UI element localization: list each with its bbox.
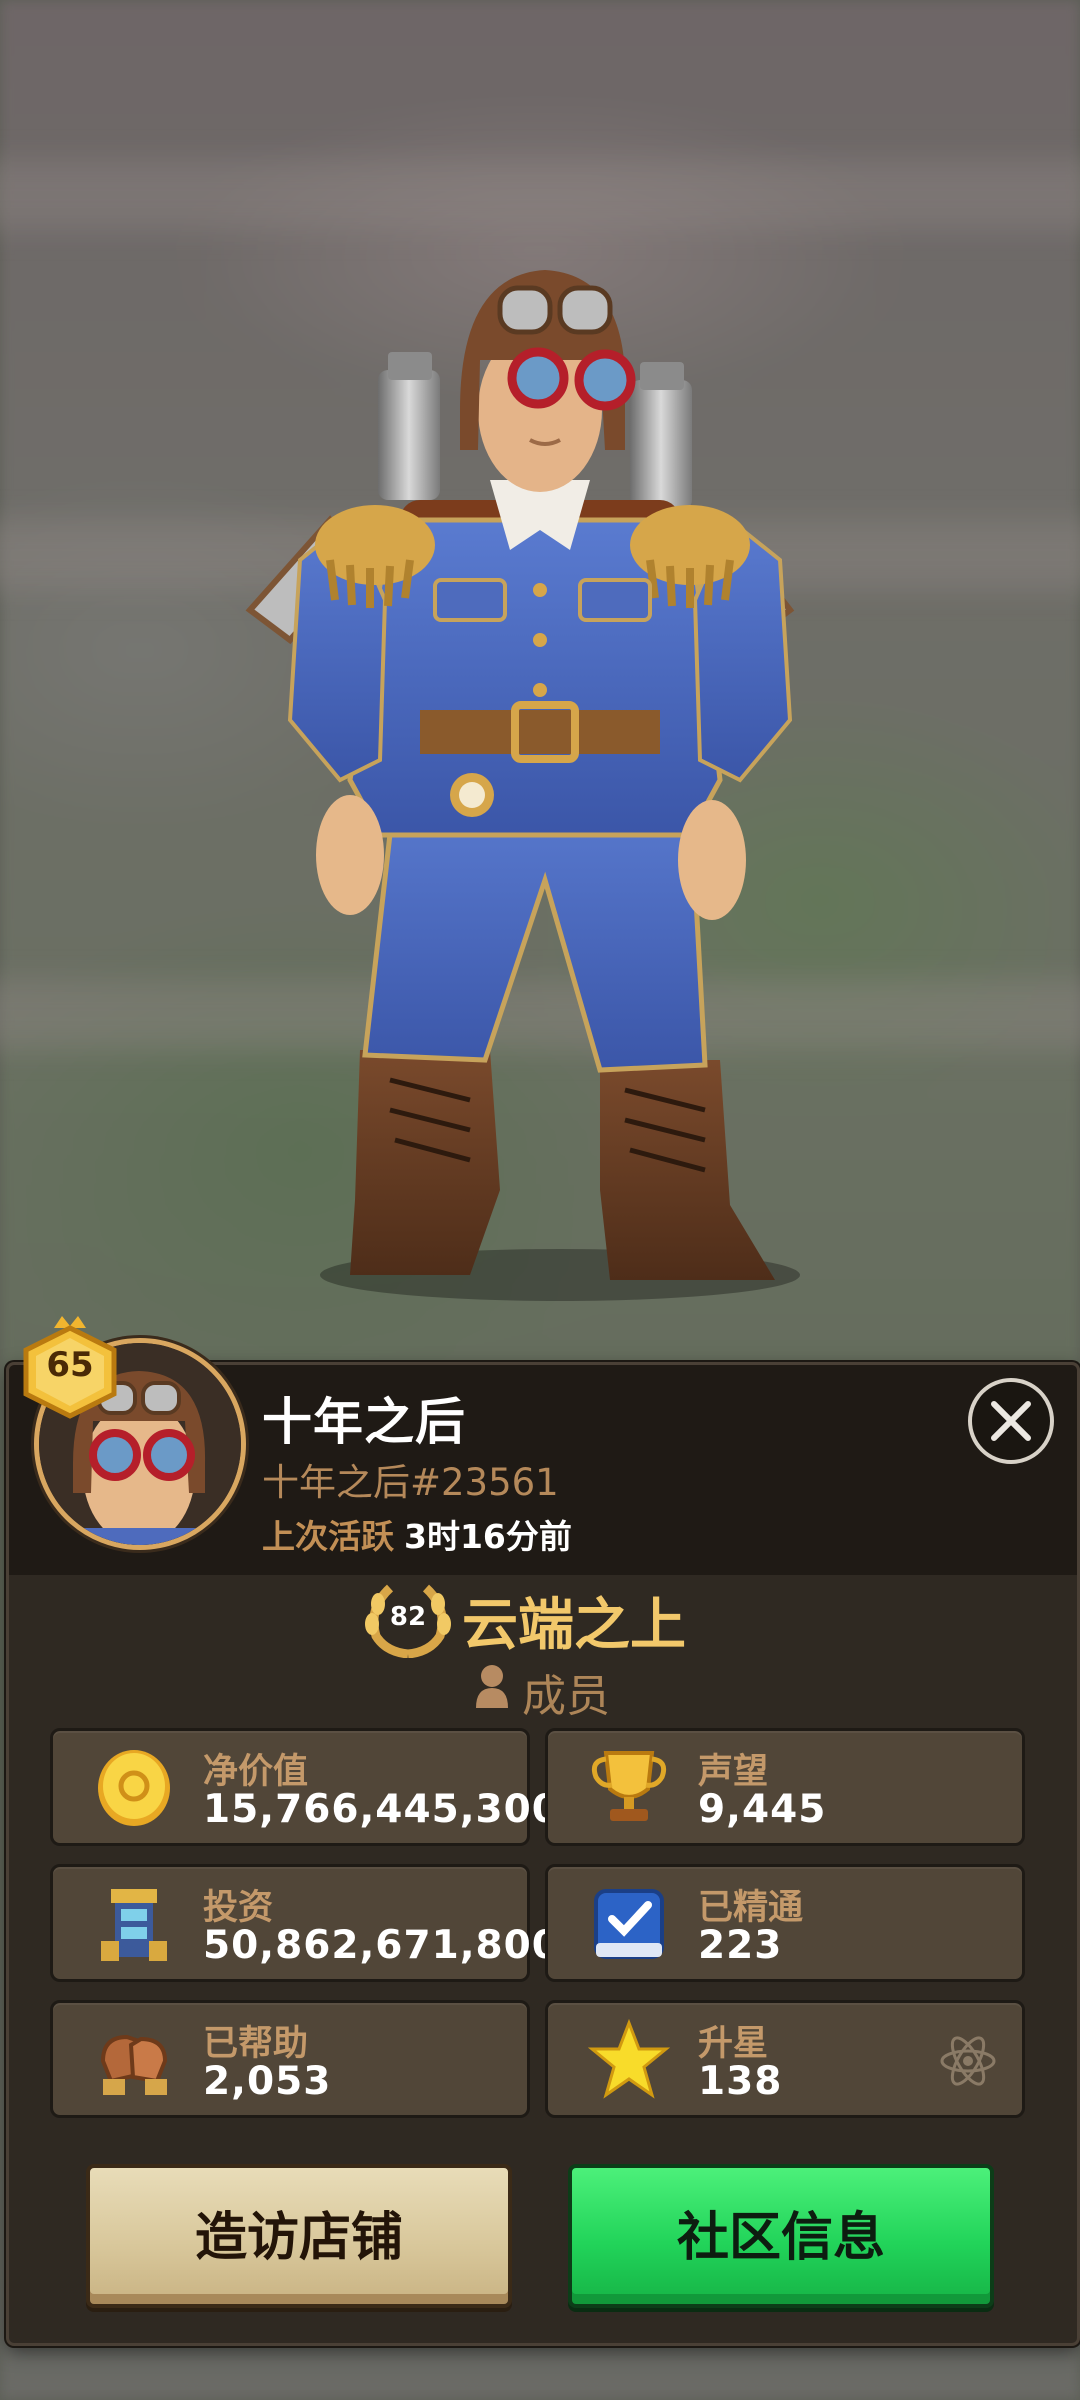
stat-card-reputation: 声望 9,445 xyxy=(545,1728,1025,1846)
visit-shop-label: 造访店铺 xyxy=(194,2207,403,2268)
stat-card-investment: 投资 50,862,671,800 xyxy=(50,1864,559,1982)
stat-value: 223 xyxy=(698,1923,783,1968)
gold-coin-icon xyxy=(98,1750,170,1826)
stat-value: 9,445 xyxy=(698,1787,827,1832)
player-id[interactable]: 十年之后#23561 xyxy=(262,1452,559,1506)
player-level: 65 xyxy=(46,1345,94,1385)
character-model xyxy=(245,270,800,1301)
last-active-value: 3时16分前 xyxy=(404,1517,572,1556)
close-icon xyxy=(991,1401,1031,1441)
star-icon xyxy=(588,2018,670,2099)
checkmark-book-icon xyxy=(594,1889,664,1959)
stat-card-mastered: 已精通 223 xyxy=(545,1864,1025,1982)
stat-value: 15,766,445,300 xyxy=(203,1787,560,1832)
guild-level: 82 xyxy=(389,1602,427,1632)
building-icon xyxy=(101,1889,167,1961)
guild-name[interactable]: 云端之上 xyxy=(462,1580,686,1661)
last-active-label: 上次活跃 xyxy=(262,1517,394,1556)
stat-value: 50,862,671,800 xyxy=(203,1923,560,1968)
guild-role: 成员 xyxy=(522,1671,610,1722)
atom-icon[interactable] xyxy=(938,2031,998,2091)
trophy-icon xyxy=(591,1751,667,1821)
stat-value: 138 xyxy=(698,2059,783,2104)
close-button[interactable] xyxy=(968,1378,1054,1464)
community-info-button[interactable]: 社区信息 xyxy=(568,2164,994,2308)
stat-card-helped: 已帮助 2,053 xyxy=(50,2000,530,2118)
stat-card-net-worth: 净价值 15,766,445,300 xyxy=(50,1728,559,1846)
community-info-label: 社区信息 xyxy=(676,2207,885,2268)
visit-shop-button[interactable]: 造访店铺 xyxy=(86,2164,512,2308)
member-role-icon xyxy=(476,1665,508,1708)
player-name: 十年之后 xyxy=(262,1393,466,1451)
stat-value: 2,053 xyxy=(203,2059,332,2104)
stat-card-star-up: 升星 138 xyxy=(545,2000,1025,2118)
fist-bump-icon xyxy=(100,2034,168,2095)
last-active: 上次活跃 3时16分前 xyxy=(262,1510,572,1558)
